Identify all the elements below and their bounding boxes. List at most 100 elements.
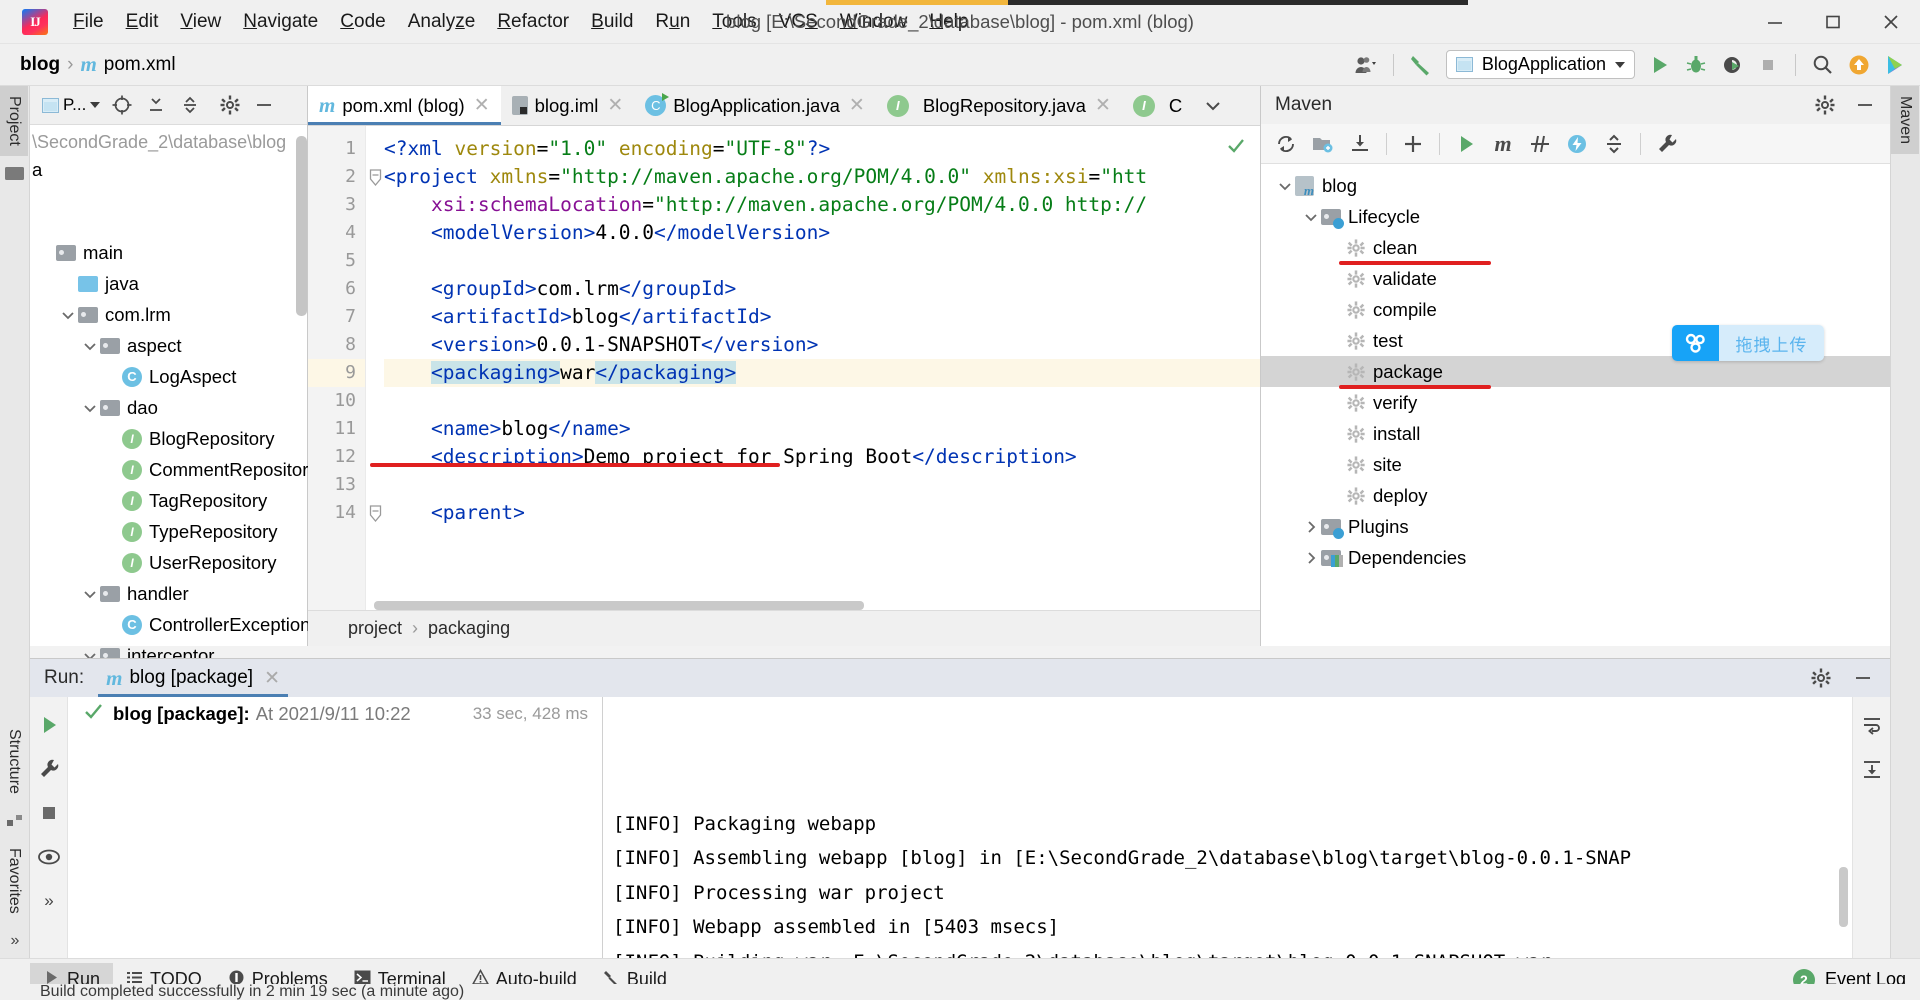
menu-analyze[interactable]: Analyze [397,8,487,36]
search-everywhere-icon[interactable] [1806,48,1840,82]
project-tree-item[interactable]: dao [30,392,307,423]
close-icon[interactable] [1862,0,1920,44]
maven-tree-item-verify[interactable]: verify [1261,387,1890,418]
close-icon[interactable]: ✕ [1095,94,1111,117]
build-hammer-icon[interactable] [1404,48,1438,82]
code-line[interactable]: <packaging>war</packaging> [384,359,1260,387]
code-line[interactable] [384,247,1260,275]
scroll-to-end-icon[interactable] [1853,747,1891,791]
maven-tree-item-install[interactable]: install [1261,418,1890,449]
code-line[interactable]: <?xml version="1.0" encoding="UTF-8"?> [384,135,1260,163]
rail-tab-maven[interactable]: Maven [1891,86,1919,155]
editor-tab-blogapplication-java[interactable]: C BlogApplication.java ✕ [634,86,876,125]
hide-panel-icon[interactable] [1846,661,1880,695]
project-tree-item[interactable]: C LogAspect [30,361,307,392]
project-tree-item[interactable]: I CommentRepository [30,454,318,485]
editor-tab-pom-xml-blog-[interactable]: m pom.xml (blog) ✕ [308,86,501,125]
code-line[interactable]: <parent> [384,499,1260,527]
project-view-selector[interactable]: P... [38,95,104,115]
editor-tabs-chevron-down-icon[interactable] [1193,86,1233,125]
menu-help[interactable]: Help [918,8,979,36]
idea-feature-icon[interactable] [1878,48,1912,82]
chevron-down-icon[interactable] [1275,178,1295,194]
editor-tab-c[interactable]: IC [1122,86,1193,125]
debug-icon[interactable] [1679,48,1713,82]
code-folding-column[interactable] [366,126,384,610]
code-line[interactable]: <project xmlns="http://maven.apache.org/… [384,163,1260,191]
menu-navigate[interactable]: Navigate [232,8,329,36]
maven-project-tree[interactable]: blog Lifecycle clean validate compile test pac… [1261,164,1890,573]
hide-panel-icon[interactable] [1848,88,1882,122]
breadcrumb-file[interactable]: pom.xml [104,54,176,76]
rail-tab-structure[interactable]: Structure [0,719,28,804]
project-tree-item[interactable]: java [30,268,307,299]
project-tree-item[interactable]: handler [30,578,307,609]
menu-vcs[interactable]: VCS [768,8,829,36]
toggle-skip-tests-icon[interactable] [1523,127,1557,161]
close-icon[interactable]: ✕ [264,667,280,690]
execute-maven-goal-icon[interactable]: m [1486,127,1520,161]
scroll-from-source-icon[interactable] [106,89,138,121]
project-tree-item[interactable]: main [30,237,307,268]
maven-tree-item-compile[interactable]: compile [1261,294,1890,325]
maven-tree-item-blog[interactable]: blog [1261,170,1890,201]
project-tree-item[interactable]: com.lrm [30,299,307,330]
rail-tab-project[interactable]: Project [0,86,28,156]
chevron-right-icon[interactable] [1301,550,1321,566]
project-tree-item[interactable]: I TypeRepository [30,516,307,547]
minimize-icon[interactable] [1746,0,1804,44]
chevron-down-icon[interactable] [80,400,100,416]
project-scrollbar[interactable] [296,136,307,316]
add-maven-project-icon[interactable] [1396,127,1430,161]
run-tab-blog-package[interactable]: m blog [package] ✕ [98,659,288,697]
user-avatar-dropdown-icon[interactable] [1349,48,1383,82]
update-project-icon[interactable] [1842,48,1876,82]
code-line[interactable] [384,387,1260,415]
chevron-down-icon[interactable] [80,338,100,354]
chevron-down-icon[interactable] [80,586,100,602]
run-with-coverage-icon[interactable] [1715,48,1749,82]
baidu-netdisk-upload-widget[interactable]: 拖拽上传 [1672,325,1824,361]
code-line[interactable]: <name>blog</name> [384,415,1260,443]
code-line[interactable]: <artifactId>blog</artifactId> [384,303,1260,331]
menu-tools[interactable]: Tools [701,8,767,36]
close-icon[interactable]: ✕ [607,94,623,117]
maven-tree-item-clean[interactable]: clean [1261,232,1890,265]
maven-tree-item-validate[interactable]: validate [1261,263,1890,294]
hide-panel-icon[interactable] [248,89,280,121]
collapse-all-icon[interactable] [174,89,206,121]
menu-build[interactable]: Build [580,8,644,36]
maven-tree-item-lifecycle[interactable]: Lifecycle [1261,201,1890,232]
collapse-all-icon[interactable] [1597,127,1631,161]
inspection-ok-checkmark-icon[interactable] [1226,136,1246,161]
project-tree-item[interactable]: I TagRepository [30,485,307,516]
generate-sources-icon[interactable] [1306,127,1340,161]
soft-wrap-icon[interactable] [1853,703,1891,747]
run-icon[interactable] [1643,48,1677,82]
editor-horizontal-scrollbar[interactable] [374,601,864,610]
code-line[interactable]: xsi:schemaLocation="http://maven.apache.… [384,191,1260,219]
maven-tree-item-dependencies[interactable]: Dependencies [1261,542,1890,573]
code-line[interactable]: <version>0.0.1-SNAPSHOT</version> [384,331,1260,359]
download-sources-icon[interactable] [1343,127,1377,161]
gear-icon[interactable] [1808,88,1842,122]
more-tabs-icon[interactable]: » [0,924,30,958]
project-tree[interactable]: main java com.lrm aspect C LogAspect dao I BlogR… [30,237,318,671]
gear-icon[interactable] [1804,661,1838,695]
maven-tree-item-plugins[interactable]: Plugins [1261,511,1890,542]
menu-edit[interactable]: Edit [115,8,170,36]
close-icon[interactable]: ✕ [474,94,490,117]
rail-tab-favorites[interactable]: Favorites [0,838,28,924]
editor-tab-blogrepository-java[interactable]: I BlogRepository.java ✕ [876,86,1122,125]
chevron-down-icon[interactable] [1615,61,1625,68]
reimport-icon[interactable] [1269,127,1303,161]
code-text[interactable]: <?xml version="1.0" encoding="UTF-8"?> <p… [384,126,1260,610]
breadcrumb-root[interactable]: blog [20,54,60,76]
chevron-down-icon[interactable] [58,307,78,323]
baidu-upload-label[interactable]: 拖拽上传 [1719,325,1824,361]
toggle-offline-mode-icon[interactable] [1560,127,1594,161]
menu-code[interactable]: Code [329,8,396,36]
menu-run[interactable]: Run [644,8,701,36]
run-maven-build-icon[interactable] [1449,127,1483,161]
code-line[interactable]: <groupId>com.lrm</groupId> [384,275,1260,303]
